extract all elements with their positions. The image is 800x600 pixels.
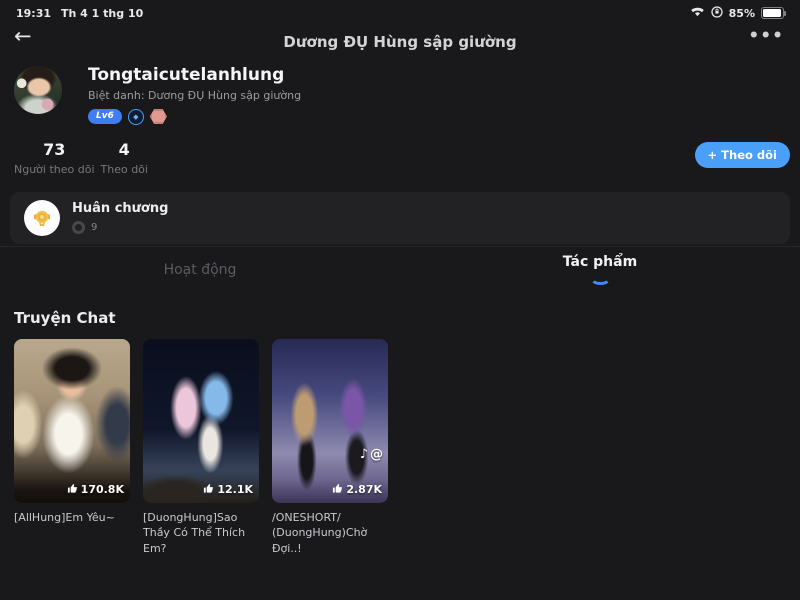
work-thumbnail: 170.8K [14, 339, 130, 503]
like-count: 170.8K [81, 483, 124, 496]
like-count: 12.1K [217, 483, 253, 496]
work-thumbnail: 12.1K [143, 339, 259, 503]
badge-row: Lv6 ◆ [88, 109, 301, 125]
battery-icon [761, 7, 784, 19]
following-label: Theo dõi [101, 163, 148, 176]
medal-count: 9 [91, 222, 97, 233]
more-options-icon[interactable]: ••• [748, 28, 784, 45]
active-tab-indicator [590, 271, 611, 285]
works-grid: 170.8K [AllHung]Em Yêu~ 12.1K [DuongHung… [0, 339, 800, 558]
nav-bar: ← Dương ĐỤ Hùng sập giường ••• [0, 24, 800, 60]
following-count: 4 [101, 140, 148, 159]
clock: 19:31 [16, 7, 51, 20]
profile-name: Tongtaicutelanhlung [88, 66, 301, 86]
followers-label: Người theo dõi [14, 163, 95, 176]
work-title: [DuongHung]Sao Thầy Có Thể Thích Em? [143, 510, 259, 558]
work-title: /ONESHORT/ (DuongHung)Chờ Đợi..! [272, 510, 388, 558]
followers-stat[interactable]: 73 Người theo dõi [14, 140, 95, 176]
work-card[interactable]: 170.8K [AllHung]Em Yêu~ [14, 339, 130, 558]
work-thumbnail: ♪@ 2.87K [272, 339, 388, 503]
like-icon [332, 483, 343, 497]
wifi-icon [690, 6, 705, 20]
battery-percent: 85% [729, 7, 755, 20]
tab-works[interactable]: Tác phẩm [400, 254, 800, 285]
follow-button[interactable]: + Theo dõi [695, 142, 790, 168]
tab-bar: Hoạt động Tác phẩm [0, 247, 800, 293]
work-title: [AllHung]Em Yêu~ [14, 510, 130, 526]
stats-row: 73 Người theo dõi 4 Theo dõi + Theo dõi [0, 125, 800, 176]
section-title: Truyện Chat [14, 309, 786, 327]
work-card[interactable]: ♪@ 2.87K /ONESHORT/ (DuongHung)Chờ Đợi..… [272, 339, 388, 558]
following-stat[interactable]: 4 Theo dõi [101, 140, 148, 176]
date: Th 4 1 thg 10 [61, 7, 143, 20]
medals-card[interactable]: Huân chương 9 [10, 192, 790, 244]
like-count: 2.87K [346, 483, 382, 496]
tiktok-watermark-icon: ♪@ [360, 447, 383, 462]
page-title: Dương ĐỤ Hùng sập giường [283, 33, 516, 51]
medal-icon [24, 200, 60, 236]
level-badge[interactable]: Lv6 [88, 109, 122, 124]
profile-header: Tongtaicutelanhlung Biệt danh: Dương ĐỤ … [0, 60, 800, 125]
like-icon [67, 483, 78, 497]
orientation-lock-icon [711, 6, 723, 21]
avatar[interactable] [14, 66, 62, 114]
followers-count: 73 [14, 140, 95, 159]
work-card[interactable]: 12.1K [DuongHung]Sao Thầy Có Thể Thích E… [143, 339, 259, 558]
hexagon-badge-icon[interactable] [150, 109, 167, 124]
status-bar: 19:31 Th 4 1 thg 10 85% [0, 0, 800, 24]
medals-title: Huân chương [72, 201, 168, 216]
gem-badge-icon[interactable]: ◆ [128, 109, 144, 125]
like-icon [203, 483, 214, 497]
back-arrow-icon[interactable]: ← [14, 26, 32, 47]
profile-alias: Biệt danh: Dương ĐỤ Hùng sập giường [88, 89, 301, 102]
medal-count-icon [72, 221, 85, 234]
tab-activity[interactable]: Hoạt động [0, 262, 400, 278]
